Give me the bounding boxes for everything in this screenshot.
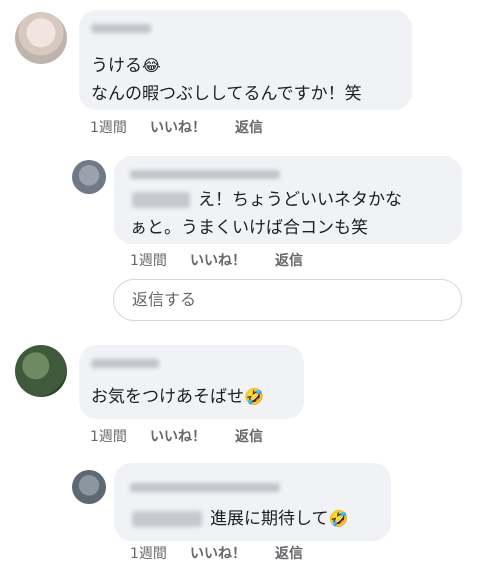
reply-input[interactable]: 返信する — [113, 279, 462, 321]
commenter-avatar[interactable] — [72, 470, 106, 504]
mention-redacted[interactable] — [132, 511, 202, 527]
commenter-name-redacted[interactable] — [91, 24, 151, 33]
timestamp[interactable]: 1週間 — [90, 117, 127, 137]
comment-bubble: え！ちょうどいいネタかな ぁと。うまくいけば合コンも笑 — [114, 156, 462, 244]
timestamp[interactable]: 1週間 — [130, 543, 167, 563]
like-button[interactable]: いいね！ — [150, 426, 206, 446]
comment-text-line: 進展に期待して🤣 — [210, 509, 349, 529]
rolling-laughing-emoji: 🤣 — [328, 509, 349, 528]
comment-bubble: うける😂 なんの暇つぶししてるんですか！笑 — [79, 10, 412, 110]
like-button[interactable]: いいね！ — [190, 250, 246, 270]
tears-of-joy-emoji: 😂 — [142, 56, 161, 75]
mention-redacted[interactable] — [132, 192, 190, 208]
comment-bubble: お気をつけあそばせ🤣 — [79, 345, 304, 419]
like-button[interactable]: いいね！ — [190, 543, 246, 563]
reply-button[interactable]: 返信 — [275, 543, 303, 563]
commenter-name-redacted[interactable] — [130, 483, 280, 492]
commenter-avatar[interactable] — [72, 160, 106, 194]
reply-button[interactable]: 返信 — [235, 117, 263, 137]
comment-bubble: 進展に期待して🤣 — [114, 463, 391, 541]
timestamp[interactable]: 1週間 — [90, 426, 127, 446]
commenter-avatar[interactable] — [15, 345, 67, 397]
comment-text-line: なんの暇つぶししてるんですか！笑 — [91, 84, 362, 104]
commenter-avatar[interactable] — [15, 12, 67, 64]
commenter-name-redacted[interactable] — [130, 170, 280, 179]
comment-text-line: ぁと。うまくいけば合コンも笑 — [130, 218, 368, 238]
rolling-laughing-emoji: 🤣 — [244, 387, 264, 406]
reply-button[interactable]: 返信 — [275, 250, 303, 270]
comment-text-line: お気をつけあそばせ🤣 — [91, 387, 264, 407]
like-button[interactable]: いいね！ — [150, 117, 206, 137]
commenter-name-redacted[interactable] — [91, 359, 159, 368]
timestamp[interactable]: 1週間 — [130, 250, 167, 270]
reply-button[interactable]: 返信 — [235, 426, 263, 446]
